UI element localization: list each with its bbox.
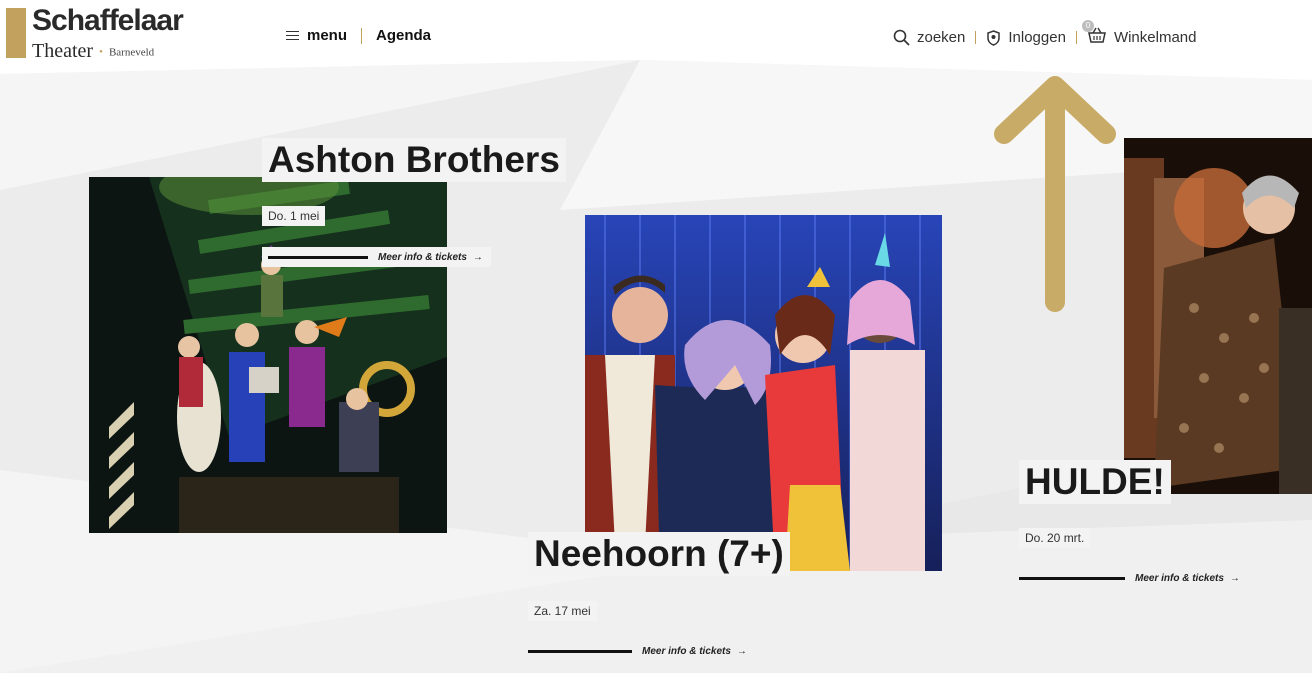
event-photo[interactable] — [585, 215, 942, 571]
hamburger-icon[interactable] — [286, 30, 299, 41]
event-title[interactable]: HULDE! — [1019, 460, 1171, 504]
tickets-link[interactable]: Meer info & tickets → — [528, 641, 747, 661]
right-arrow-icon: → — [736, 645, 747, 657]
site-header: Schaffelaar Theater • Barneveld menu Agend… — [0, 0, 1312, 75]
tickets-label: Meer info & tickets — [1135, 572, 1224, 584]
logo-sub: Theater — [32, 40, 94, 62]
right-arrow-icon: → — [1229, 572, 1240, 584]
event-title[interactable]: Neehoorn (7+) — [528, 532, 790, 576]
logo-name: Schaffelaar — [32, 4, 184, 37]
tickets-line — [268, 255, 368, 259]
cart-label: Winkelmand — [1113, 29, 1197, 46]
search-label: zoeken — [917, 29, 966, 46]
tickets-label: Meer info & tickets — [642, 645, 731, 657]
event-date: Do. 1 mei — [262, 206, 326, 226]
up-arrow-icon — [994, 76, 1116, 312]
stage-illustration — [89, 177, 447, 533]
tickets-label: Meer info & tickets — [378, 251, 467, 263]
tickets-line — [528, 649, 632, 653]
logo-subtitle: Theater • Barneveld — [32, 40, 154, 63]
menu-link[interactable]: menu — [307, 27, 347, 44]
cart-link[interactable]: 0 Winkelmand — [1081, 20, 1197, 48]
event-date: Do. 20 mrt. — [1019, 528, 1091, 548]
login-link[interactable]: Inloggen — [986, 29, 1066, 46]
login-label: Inloggen — [1008, 29, 1066, 46]
nav-divider — [1075, 31, 1077, 44]
cart-icon-wrap: 0 — [1081, 20, 1107, 48]
nav-divider — [361, 27, 363, 44]
main-nav: menu Agenda — [286, 27, 431, 44]
logo-city: Barneveld — [108, 46, 155, 59]
user-shield-icon — [987, 29, 1001, 46]
utility-nav: zoeken Inloggen 0 Winkelmand — [893, 20, 1197, 48]
agenda-link[interactable]: Agenda — [376, 27, 431, 44]
logo-bar — [6, 8, 26, 58]
event-title[interactable]: Ashton Brothers — [262, 138, 566, 182]
site-logo[interactable]: Schaffelaar Theater • Barneveld — [6, 4, 196, 63]
tickets-line — [1019, 576, 1125, 580]
event-photo[interactable] — [89, 177, 447, 533]
search-icon — [893, 29, 910, 46]
nav-divider — [975, 31, 977, 44]
cart-count-badge: 0 — [1081, 20, 1094, 32]
tickets-link[interactable]: Meer info & tickets → — [262, 247, 491, 267]
right-arrow-icon: → — [472, 251, 483, 263]
event-photo[interactable] — [1124, 138, 1312, 494]
event-date: Za. 17 mei — [528, 601, 597, 621]
search-link[interactable]: zoeken — [893, 29, 965, 46]
stage-illustration — [1124, 138, 1312, 494]
tickets-link[interactable]: Meer info & tickets → — [1019, 568, 1240, 588]
stage-illustration — [585, 215, 942, 571]
logo-dot: • — [99, 46, 103, 59]
